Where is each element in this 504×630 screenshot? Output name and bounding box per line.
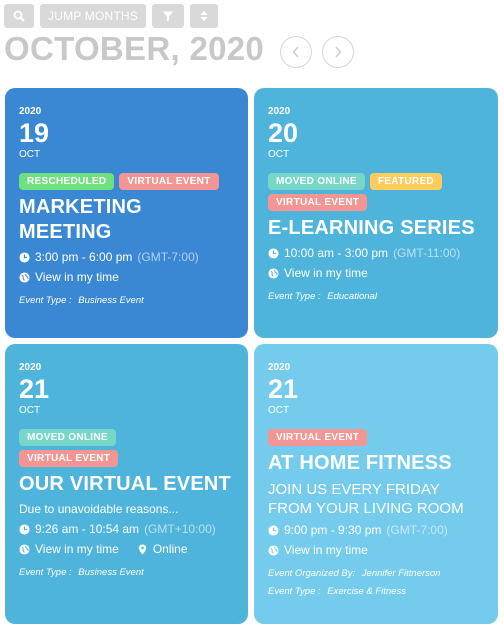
event-subtitle-line: FROM YOUR LIVING ROOM — [268, 500, 464, 517]
event-timezone: (GMT+10:00) — [144, 522, 216, 536]
event-day: 21 — [268, 374, 299, 404]
event-tags: MOVED ONLINE FEATURED VIRTUAL EVENT — [268, 173, 484, 211]
view-in-my-time[interactable]: View in my time — [268, 265, 484, 281]
event-month: OCT — [19, 405, 41, 416]
event-timezone: (GMT-7:00) — [137, 250, 199, 264]
event-time: 3:00 pm - 6:00 pm (GMT-7:00) — [19, 249, 234, 265]
event-time-range: 10:00 am - 3:00 pm — [284, 246, 389, 260]
event-type-value: Educational — [327, 291, 377, 302]
sort-icon — [200, 11, 208, 21]
globe-icon — [268, 267, 279, 279]
event-timezone: (GMT-7:00) — [386, 523, 448, 537]
event-excerpt: Due to unavoidable reasons... — [19, 502, 179, 516]
tag-virtual-event: VIRTUAL EVENT — [119, 173, 219, 190]
event-card-at-home-fitness[interactable]: 2020 21 OCT VIRTUAL EVENT AT HOME FITNES… — [254, 344, 498, 624]
calendar-toolbar: JUMP MONTHS — [4, 4, 218, 28]
event-day: 19 — [19, 118, 50, 148]
event-timezone: (GMT-11:00) — [393, 246, 461, 260]
event-year: 2020 — [19, 362, 42, 373]
event-card-e-learning-series[interactable]: 2020 20 OCT MOVED ONLINE FEATURED VIRTUA… — [254, 88, 498, 338]
event-tags: VIRTUAL EVENT — [268, 429, 484, 446]
tag-virtual-event: VIRTUAL EVENT — [19, 450, 119, 467]
event-day: 21 — [19, 374, 50, 404]
filter-button[interactable] — [152, 4, 184, 28]
clock-icon — [268, 247, 279, 259]
event-organizer-value[interactable]: Jennifer Fittnerson — [362, 568, 441, 579]
event-title[interactable]: AT HOME FITNESS — [268, 451, 484, 476]
event-time: 9:00 pm - 9:30 pm (GMT-7:00) — [268, 522, 484, 538]
month-title: OCTOBER, 2020 — [4, 30, 265, 67]
tag-virtual-event: VIRTUAL EVENT — [268, 429, 368, 446]
event-card-our-virtual-event[interactable]: 2020 21 OCT MOVED ONLINE VIRTUAL EVENT O… — [5, 344, 248, 624]
tag-moved-online: MOVED ONLINE — [19, 429, 116, 446]
event-organizer-label: Event Organized By: — [268, 568, 356, 579]
event-time: 9:26 am - 10:54 am (GMT+10:00) — [19, 521, 234, 537]
event-time-range: 9:26 am - 10:54 am — [35, 522, 140, 536]
view-in-my-time-label[interactable]: View in my time — [35, 269, 119, 285]
event-month: OCT — [268, 405, 290, 416]
event-month: OCT — [268, 149, 290, 160]
tag-moved-online: MOVED ONLINE — [268, 173, 365, 190]
event-time-range: 3:00 pm - 6:00 pm — [35, 250, 133, 264]
event-type-label: Event Type : — [19, 567, 72, 578]
event-title-line: MARKETING — [19, 196, 142, 218]
event-tags: RESCHEDULED VIRTUAL EVENT — [19, 173, 234, 190]
event-title-line: MEETING — [19, 221, 112, 243]
previous-month-button[interactable] — [280, 36, 312, 68]
event-title[interactable]: MARKETING MEETING — [19, 195, 234, 245]
event-type-label: Event Type : — [19, 295, 72, 306]
globe-icon — [19, 271, 30, 283]
event-month: OCT — [19, 149, 41, 160]
event-time: 10:00 am - 3:00 pm (GMT-11:00) — [268, 245, 484, 261]
tag-virtual-event: VIRTUAL EVENT — [268, 194, 368, 211]
event-title[interactable]: OUR VIRTUAL EVENT — [19, 472, 234, 497]
view-in-my-time[interactable]: View in my time — [268, 542, 484, 558]
event-subtitle: JOIN US EVERY FRIDAY FROM YOUR LIVING RO… — [268, 480, 484, 518]
event-card-marketing-meeting[interactable]: 2020 19 OCT RESCHEDULED VIRTUAL EVENT MA… — [5, 88, 248, 338]
map-pin-icon — [138, 543, 146, 555]
event-year: 2020 — [268, 362, 291, 373]
event-title[interactable]: E-LEARNING SERIES — [268, 216, 484, 241]
event-type: Event Type : Exercise & Fitness — [268, 586, 484, 598]
search-icon — [13, 10, 25, 22]
globe-icon — [268, 544, 279, 556]
event-location[interactable]: Online — [153, 541, 188, 557]
event-subtitle-line: JOIN US EVERY FRIDAY — [268, 481, 440, 498]
event-type-value: Business Event — [78, 295, 144, 306]
jump-months-button[interactable]: JUMP MONTHS — [40, 4, 146, 28]
view-in-my-time[interactable]: View in my time — [19, 269, 234, 285]
clock-icon — [19, 251, 30, 263]
view-in-my-time-label[interactable]: View in my time — [284, 542, 368, 558]
clock-icon — [268, 524, 279, 536]
search-button[interactable] — [4, 4, 34, 28]
filter-icon — [163, 11, 173, 21]
event-type: Event Type : Business Event — [19, 567, 234, 579]
chevron-right-icon — [335, 46, 342, 58]
tag-rescheduled: RESCHEDULED — [19, 173, 115, 190]
event-type-label: Event Type : — [268, 586, 321, 597]
event-type-value: Exercise & Fitness — [327, 586, 406, 597]
event-type: Event Type : Business Event — [19, 295, 234, 307]
globe-icon — [19, 543, 30, 555]
event-organizer: Event Organized By: Jennifer Fittnerson — [268, 568, 484, 580]
event-year: 2020 — [268, 106, 291, 117]
event-year: 2020 — [19, 106, 42, 117]
event-time-range: 9:00 pm - 9:30 pm — [284, 523, 382, 537]
clock-icon — [19, 523, 30, 535]
event-links: View in my time Online — [19, 541, 234, 557]
view-in-my-time-label[interactable]: View in my time — [35, 541, 119, 557]
next-month-button[interactable] — [322, 36, 354, 68]
view-in-my-time-label[interactable]: View in my time — [284, 265, 368, 281]
sort-button[interactable] — [190, 4, 218, 28]
event-day: 20 — [268, 118, 299, 148]
tag-featured: FEATURED — [369, 173, 442, 190]
event-tags: MOVED ONLINE VIRTUAL EVENT — [19, 429, 139, 467]
event-type-value: Business Event — [78, 567, 144, 578]
chevron-left-icon — [292, 46, 299, 58]
event-type-label: Event Type : — [268, 291, 321, 302]
event-type: Event Type : Educational — [268, 291, 484, 303]
